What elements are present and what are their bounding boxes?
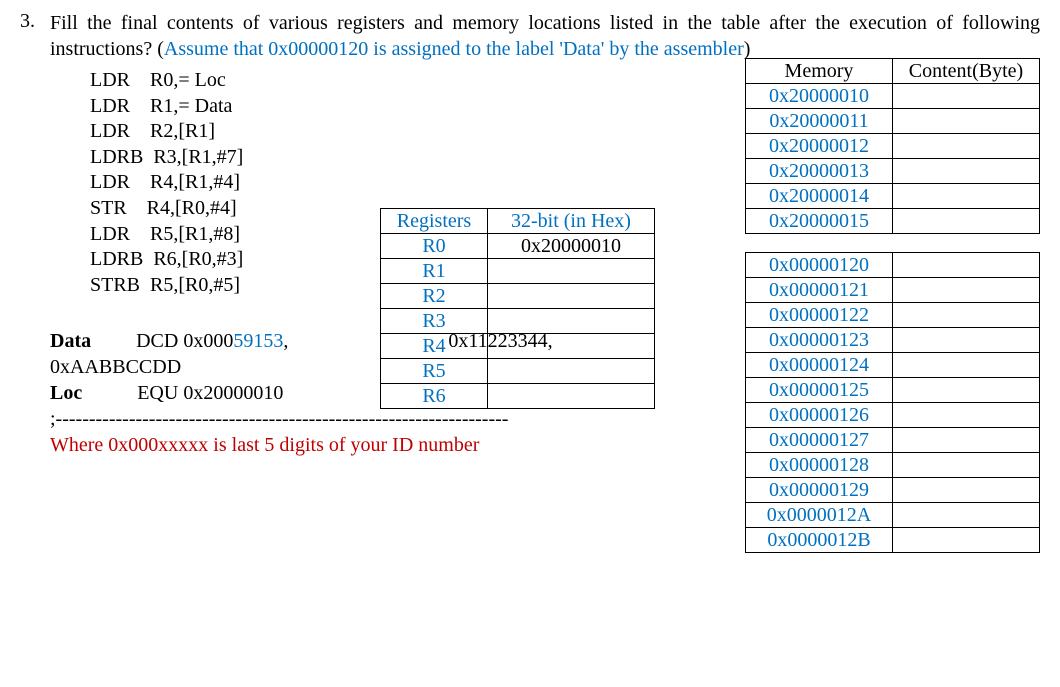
mem-addr: 0x20000011: [746, 109, 893, 134]
mem-value[interactable]: [893, 84, 1040, 109]
reg-name: R4: [381, 334, 488, 359]
table-row: R5: [381, 359, 655, 384]
mem-addr: 0x0000012B: [746, 528, 893, 553]
mem-addr: 0x00000127: [746, 428, 893, 453]
mem-addr: 0x00000120: [746, 253, 893, 278]
reg-name: R2: [381, 284, 488, 309]
question-header: 3. Fill the final contents of various re…: [20, 10, 1040, 62]
mem-value[interactable]: [893, 303, 1040, 328]
table-row: R6: [381, 384, 655, 409]
table-row: 0x00000125: [746, 378, 1040, 403]
reg-value[interactable]: [488, 259, 655, 284]
reg-value[interactable]: [488, 359, 655, 384]
table-header-row: Memory Content(Byte): [746, 59, 1040, 84]
mem-addr: 0x0000012A: [746, 503, 893, 528]
mem-addr: 0x00000126: [746, 403, 893, 428]
content-area: LDR R0,= Loc LDR R1,= Data LDR R2,[R1] L…: [20, 68, 1040, 458]
mem-value[interactable]: [893, 328, 1040, 353]
reg-value[interactable]: 0x20000010: [488, 234, 655, 259]
mem-addr: 0x20000013: [746, 159, 893, 184]
mem-addr: 0x20000012: [746, 134, 893, 159]
table-row: 0x00000121: [746, 278, 1040, 303]
reg-name: R5: [381, 359, 488, 384]
mem-addr: 0x20000014: [746, 184, 893, 209]
mem-value[interactable]: [893, 503, 1040, 528]
mem-value[interactable]: [893, 353, 1040, 378]
table-row: R4: [381, 334, 655, 359]
table-row: 0x00000126: [746, 403, 1040, 428]
table-row: 0x00000129: [746, 478, 1040, 503]
mem-addr: 0x00000122: [746, 303, 893, 328]
reg-name: R3: [381, 309, 488, 334]
data-label: Data: [50, 330, 91, 352]
mem-value[interactable]: [893, 159, 1040, 184]
table-row: R00x20000010: [381, 234, 655, 259]
table-row: 0x00000120: [746, 253, 1040, 278]
table-row: 0x20000014: [746, 184, 1040, 209]
memory-table-wrap: Memory Content(Byte) 0x20000010 0x200000…: [745, 58, 1040, 553]
table-row: 0x0000012B: [746, 528, 1040, 553]
table-row: 0x00000122: [746, 303, 1040, 328]
table-row: 0x00000124: [746, 353, 1040, 378]
mem-addr: 0x00000128: [746, 453, 893, 478]
dcd-id-digits: 59153: [233, 330, 283, 352]
mem-value[interactable]: [893, 478, 1040, 503]
mem-value[interactable]: [893, 253, 1040, 278]
memory-table: Memory Content(Byte) 0x20000010 0x200000…: [745, 58, 1040, 553]
table-row: 0x20000015: [746, 209, 1040, 234]
mem-value[interactable]: [893, 134, 1040, 159]
question-number: 3.: [20, 10, 50, 33]
mem-header-addr: Memory: [746, 59, 893, 84]
table-row: 0x20000012: [746, 134, 1040, 159]
reg-value[interactable]: [488, 334, 655, 359]
question-assumption: Assume that 0x00000120 is assigned to th…: [164, 38, 744, 60]
mem-addr: 0x00000121: [746, 278, 893, 303]
reg-name: R6: [381, 384, 488, 409]
dcd-directive: DCD 0x000: [136, 330, 233, 352]
mem-addr: 0x00000124: [746, 353, 893, 378]
reg-value[interactable]: [488, 309, 655, 334]
table-row: R1: [381, 259, 655, 284]
mem-addr: 0x00000129: [746, 478, 893, 503]
table-gap: [746, 234, 1040, 253]
mem-value[interactable]: [893, 184, 1040, 209]
loc-label: Loc: [50, 382, 82, 404]
mem-value[interactable]: [893, 453, 1040, 478]
reg-value[interactable]: [488, 384, 655, 409]
question-text: Fill the final contents of various regis…: [50, 10, 1040, 62]
mem-value[interactable]: [893, 109, 1040, 134]
table-row: 0x00000127: [746, 428, 1040, 453]
table-row: 0x20000013: [746, 159, 1040, 184]
table-row: 0x00000128: [746, 453, 1040, 478]
mem-addr: 0x20000010: [746, 84, 893, 109]
table-row: 0x0000012A: [746, 503, 1040, 528]
mem-value[interactable]: [893, 528, 1040, 553]
table-row: 0x20000010: [746, 84, 1040, 109]
mem-value[interactable]: [893, 209, 1040, 234]
table-header-row: Registers 32-bit (in Hex): [381, 209, 655, 234]
table-row: R2: [381, 284, 655, 309]
mem-header-content: Content(Byte): [893, 59, 1040, 84]
mem-value[interactable]: [893, 403, 1040, 428]
mem-value[interactable]: [893, 378, 1040, 403]
mem-addr: 0x00000125: [746, 378, 893, 403]
reg-name: R1: [381, 259, 488, 284]
reg-header-name: Registers: [381, 209, 488, 234]
equ-directive: EQU 0x20000010: [137, 382, 283, 404]
table-row: R3: [381, 309, 655, 334]
mem-value[interactable]: [893, 278, 1040, 303]
reg-value[interactable]: [488, 284, 655, 309]
reg-name: R0: [381, 234, 488, 259]
mem-addr: 0x00000123: [746, 328, 893, 353]
table-row: 0x20000011: [746, 109, 1040, 134]
mem-value[interactable]: [893, 428, 1040, 453]
mem-addr: 0x20000015: [746, 209, 893, 234]
question-text-part2: ): [744, 38, 751, 60]
registers-table: Registers 32-bit (in Hex) R00x20000010 R…: [380, 208, 655, 409]
table-row: 0x00000123: [746, 328, 1040, 353]
reg-header-value: 32-bit (in Hex): [488, 209, 655, 234]
